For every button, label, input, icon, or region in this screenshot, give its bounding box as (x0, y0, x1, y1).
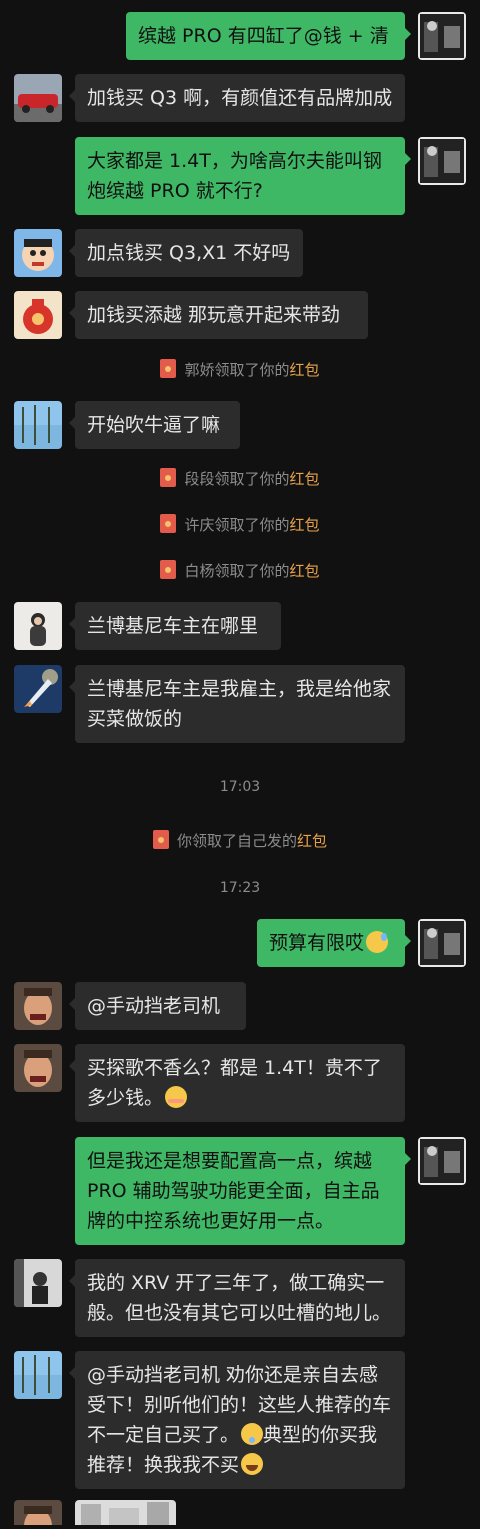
message-bubble[interactable]: 加点钱买 Q3,X1 不好吗 (69, 229, 303, 277)
laughing-man-avatar[interactable] (14, 1044, 62, 1092)
notice-text: 白杨领取了你的 (184, 562, 290, 580)
red-packet-link[interactable]: 红包 (290, 361, 320, 379)
system-notice: 郭娇领取了你的红包 (0, 359, 480, 381)
red-packet-link[interactable]: 红包 (297, 832, 327, 850)
tears-of-joy-emoji-icon (241, 1453, 264, 1475)
timestamp: 17:23 (219, 880, 261, 896)
bw-street-avatar[interactable] (14, 1259, 62, 1307)
laughing-man-avatar[interactable] (14, 982, 62, 1030)
laughing-man-avatar[interactable] (14, 1500, 62, 1525)
message-bubble[interactable]: @手动挡老司机 (69, 982, 246, 1030)
rocket-launch-avatar[interactable] (14, 665, 62, 713)
red-packet-link[interactable]: 红包 (290, 516, 320, 534)
self-avatar[interactable] (418, 137, 466, 185)
notice-text: 你领取了自己发的 (176, 832, 297, 850)
red-packet-icon (160, 514, 177, 533)
cartoon-boy-avatar[interactable] (14, 229, 62, 277)
girl-portrait-avatar[interactable] (14, 602, 62, 650)
system-notice: 段段领取了你的红包 (0, 468, 480, 490)
message-bubble[interactable]: 兰博基尼车主是我雇主，我是给他家买菜做饭的 (69, 665, 405, 743)
red-packet-link[interactable]: 红包 (290, 562, 320, 580)
red-lucky-bag-avatar[interactable] (14, 291, 62, 339)
blush-emoji-icon (165, 1086, 188, 1108)
red-car-avatar[interactable] (14, 74, 62, 122)
message-bubble[interactable]: 我的 XRV 开了三年了，做工确实一般。但也没有其它可以吐槽的地儿。 (69, 1259, 405, 1337)
notice-text: 段段领取了你的 (184, 470, 290, 488)
message-bubble[interactable]: @手动挡老司机 劝你还是亲自去感受下！别听他们的！这些人推荐的车不一定自己买了。… (69, 1351, 405, 1489)
self-avatar[interactable] (418, 1137, 466, 1185)
notice-text: 许庆领取了你的 (184, 516, 290, 534)
lake-trees-avatar[interactable] (14, 401, 62, 449)
lake-trees-avatar[interactable] (14, 1351, 62, 1399)
timestamp: 17:03 (219, 779, 261, 795)
message-bubble[interactable]: 加钱买 Q3 啊，有颜值还有品牌加成 (69, 74, 405, 122)
red-packet-icon (152, 830, 169, 849)
message-bubble[interactable]: 开始吹牛逼了嘛 (69, 401, 240, 449)
image-message-thumbnail[interactable] (75, 1500, 176, 1525)
message-bubble[interactable]: 缤越 PRO 有四缸了@钱 + 清 (126, 12, 411, 60)
self-avatar[interactable] (418, 12, 466, 60)
message-bubble[interactable]: 买探歌不香么？都是 1.4T！贵不了多少钱。 (69, 1044, 405, 1122)
message-bubble[interactable]: 大家都是 1.4T，为啥高尔夫能叫钢炮缤越 PRO 就不行? (75, 137, 411, 215)
system-notice: 许庆领取了你的红包 (0, 514, 480, 536)
message-bubble[interactable]: 加钱买添越 那玩意开起来带劲 (69, 291, 368, 339)
system-notice: 白杨领取了你的红包 (0, 560, 480, 582)
system-notice: 你领取了自己发的红包 (0, 830, 480, 852)
message-text: 买探歌不香么？都是 1.4T！贵不了多少钱。 (87, 1057, 382, 1109)
message-bubble[interactable]: 预算有限哎 (257, 919, 411, 967)
self-avatar[interactable] (418, 919, 466, 967)
message-bubble[interactable]: 但是我还是想要配置高一点，缤越 PRO 辅助驾驶功能更全面，自主品牌的中控系统也… (75, 1137, 411, 1245)
red-packet-link[interactable]: 红包 (290, 470, 320, 488)
message-text: 预算有限哎 (269, 932, 365, 954)
sweat-emoji-icon (366, 931, 389, 953)
drooling-emoji-icon (241, 1423, 264, 1445)
red-packet-icon (160, 560, 177, 579)
message-bubble[interactable]: 兰博基尼车主在哪里 (69, 602, 281, 650)
red-packet-icon (160, 359, 177, 378)
red-packet-icon (160, 468, 177, 487)
notice-text: 郭娇领取了你的 (184, 361, 290, 379)
